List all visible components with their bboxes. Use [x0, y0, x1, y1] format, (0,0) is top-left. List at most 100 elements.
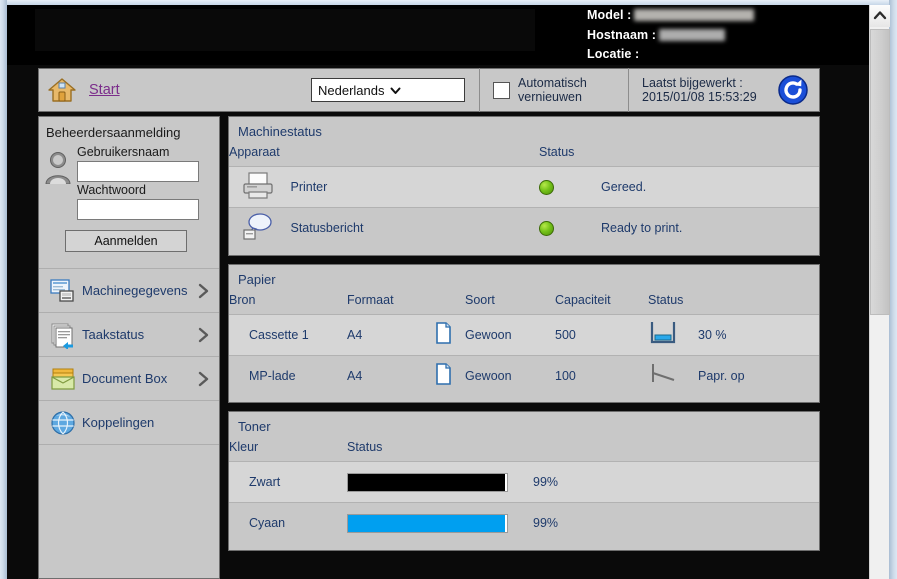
language-selected-value: Nederlands — [318, 82, 385, 98]
toner-bar-cell — [347, 502, 533, 544]
sidebar: Beheerdersaanmelding Gebruikersnaam Wach… — [38, 116, 220, 579]
table-header-row: Apparaat Status — [229, 145, 819, 167]
type-cell: Gewoon — [465, 354, 555, 396]
password-input[interactable] — [77, 199, 199, 220]
login-button[interactable]: Aanmelden — [65, 230, 187, 252]
col-source: Bron — [229, 292, 256, 307]
vertical-scrollbar[interactable] — [869, 5, 890, 579]
table-row[interactable]: MP-lade A4 Gewoon 100 Papr. op — [229, 354, 819, 396]
source-cell: MP-lade — [229, 354, 347, 396]
auto-refresh-checkbox[interactable] — [493, 81, 510, 99]
col-size: Formaat — [347, 292, 394, 307]
toner-bar-cell — [347, 461, 533, 503]
status-message-icon — [241, 212, 275, 245]
scrollbar-thumb[interactable] — [870, 29, 890, 315]
machine-info-icon — [49, 277, 77, 305]
scroll-up-button[interactable] — [870, 5, 890, 27]
table-row[interactable]: Statusbericht Ready to print. — [229, 207, 819, 249]
sheet-icon-cell — [435, 354, 465, 396]
table-header-row: Bron Formaat Soort Capaciteit Status — [229, 293, 819, 315]
table-row[interactable]: Cyaan 99% — [229, 502, 819, 544]
location-row: Locatie : — [587, 45, 754, 65]
sidebar-item-links[interactable]: Koppelingen — [39, 401, 219, 445]
paper-sheet-icon — [435, 363, 452, 388]
sidebar-item-job-status[interactable]: Taakstatus — [39, 313, 219, 357]
hostname-label: Hostnaam : — [587, 27, 657, 42]
capacity-cell: 500 — [555, 313, 648, 355]
tray-empty-icon — [648, 364, 678, 390]
sidebar-item-document-box[interactable]: Document Box — [39, 357, 219, 401]
toner-percent-cell: 99% — [533, 461, 819, 503]
table-row[interactable]: Printer Gereed. — [229, 166, 819, 208]
sheet-icon-cell — [435, 313, 465, 355]
device-identity: Model : Hostnaam : Locatie : — [587, 6, 755, 65]
toner-level-fill — [348, 473, 506, 491]
hostname-row: Hostnaam : — [587, 26, 754, 46]
status-led-cell — [539, 207, 601, 249]
language-select[interactable]: Nederlands — [311, 78, 465, 102]
col-status: Status — [648, 292, 684, 307]
machine-status-table: Apparaat Status Printer Gereed. Statusbe… — [229, 145, 819, 249]
status-led-icon — [539, 220, 554, 236]
sidebar-item-label: Koppelingen — [82, 415, 155, 430]
chevron-up-icon — [873, 7, 887, 25]
device-cell: Statusbericht — [229, 207, 539, 249]
machine-status-title: Machinestatus — [238, 124, 322, 139]
admin-login-form: Gebruikersnaam Wachtwoord — [39, 142, 219, 220]
auto-refresh-group[interactable]: Automatisch vernieuwen — [480, 76, 628, 105]
col-color: Kleur — [229, 440, 259, 454]
status-text-cell: Ready to print. — [601, 207, 819, 249]
username-input[interactable] — [77, 161, 199, 182]
job-status-icon — [49, 321, 77, 350]
last-updated-group: Laatst bijgewerkt : 2015/01/08 15:53:29 — [629, 76, 777, 105]
chevron-down-icon — [389, 84, 460, 97]
auto-refresh-label-line1: Automatisch — [518, 75, 587, 90]
gauge-cell — [648, 313, 698, 355]
size-cell: A4 — [347, 313, 435, 355]
start-link[interactable]: Start — [89, 82, 120, 98]
toner-level-bar — [347, 513, 508, 533]
col-status: Status — [539, 145, 575, 159]
page-banner: Model : Hostnaam : Locatie : — [7, 5, 869, 65]
paper-title: Papier — [238, 271, 276, 287]
table-row[interactable]: Zwart 99% — [229, 461, 819, 503]
toner-level-bar — [347, 472, 508, 492]
toner-level-fill — [348, 514, 506, 532]
device-cell: Printer — [229, 166, 539, 208]
admin-login-title: Beheerdersaanmelding — [46, 125, 181, 140]
table-row[interactable]: Cassette 1 A4 Gewoon 500 30 % — [229, 313, 819, 355]
gauge-cell — [648, 354, 698, 396]
location-label: Locatie : — [587, 47, 640, 61]
main-column: Machinestatus Apparaat Status Printer Ge… — [228, 116, 820, 559]
user-avatar-icon — [43, 150, 73, 185]
toner-color-cell: Cyaan — [229, 502, 347, 544]
paper-sheet-icon — [435, 322, 452, 347]
login-fields: Gebruikersnaam Wachtwoord — [73, 144, 219, 220]
top-toolbar: Start Nederlands Automatisch vernieuwen — [38, 68, 820, 112]
username-label: Gebruikersnaam — [77, 145, 170, 159]
chevron-right-icon — [198, 371, 209, 387]
home-link-group[interactable]: Start — [39, 76, 311, 104]
refresh-icon[interactable] — [777, 74, 809, 106]
sidebar-item-label: Machinegegevens — [82, 283, 188, 298]
chevron-right-icon — [198, 327, 209, 343]
col-capacity: Capaciteit — [555, 292, 611, 307]
sidebar-item-machine-info[interactable]: Machinegegevens — [39, 269, 219, 313]
printer-icon — [241, 171, 275, 204]
home-icon — [47, 76, 77, 104]
capacity-cell: 100 — [555, 354, 648, 396]
window-right-edge — [889, 0, 897, 579]
machine-status-panel: Machinestatus Apparaat Status Printer Ge… — [228, 116, 820, 256]
toner-percent-cell: 99% — [533, 502, 819, 544]
auto-refresh-label-line2: vernieuwen — [518, 90, 582, 104]
sidebar-item-label: Document Box — [82, 371, 168, 386]
model-value-redacted — [634, 9, 755, 21]
browser-window: Model : Hostnaam : Locatie : Start Neder… — [0, 0, 897, 579]
window-left-edge — [0, 0, 7, 579]
last-updated-value: 2015/01/08 15:53:29 — [642, 90, 757, 104]
login-button-wrap: Aanmelden — [39, 220, 219, 252]
model-row: Model : — [587, 6, 755, 26]
device-name: Printer — [290, 180, 328, 194]
paper-panel: Papier Bron Formaat Soort Capaciteit Sta… — [228, 263, 820, 403]
hostname-value-redacted — [659, 28, 726, 41]
